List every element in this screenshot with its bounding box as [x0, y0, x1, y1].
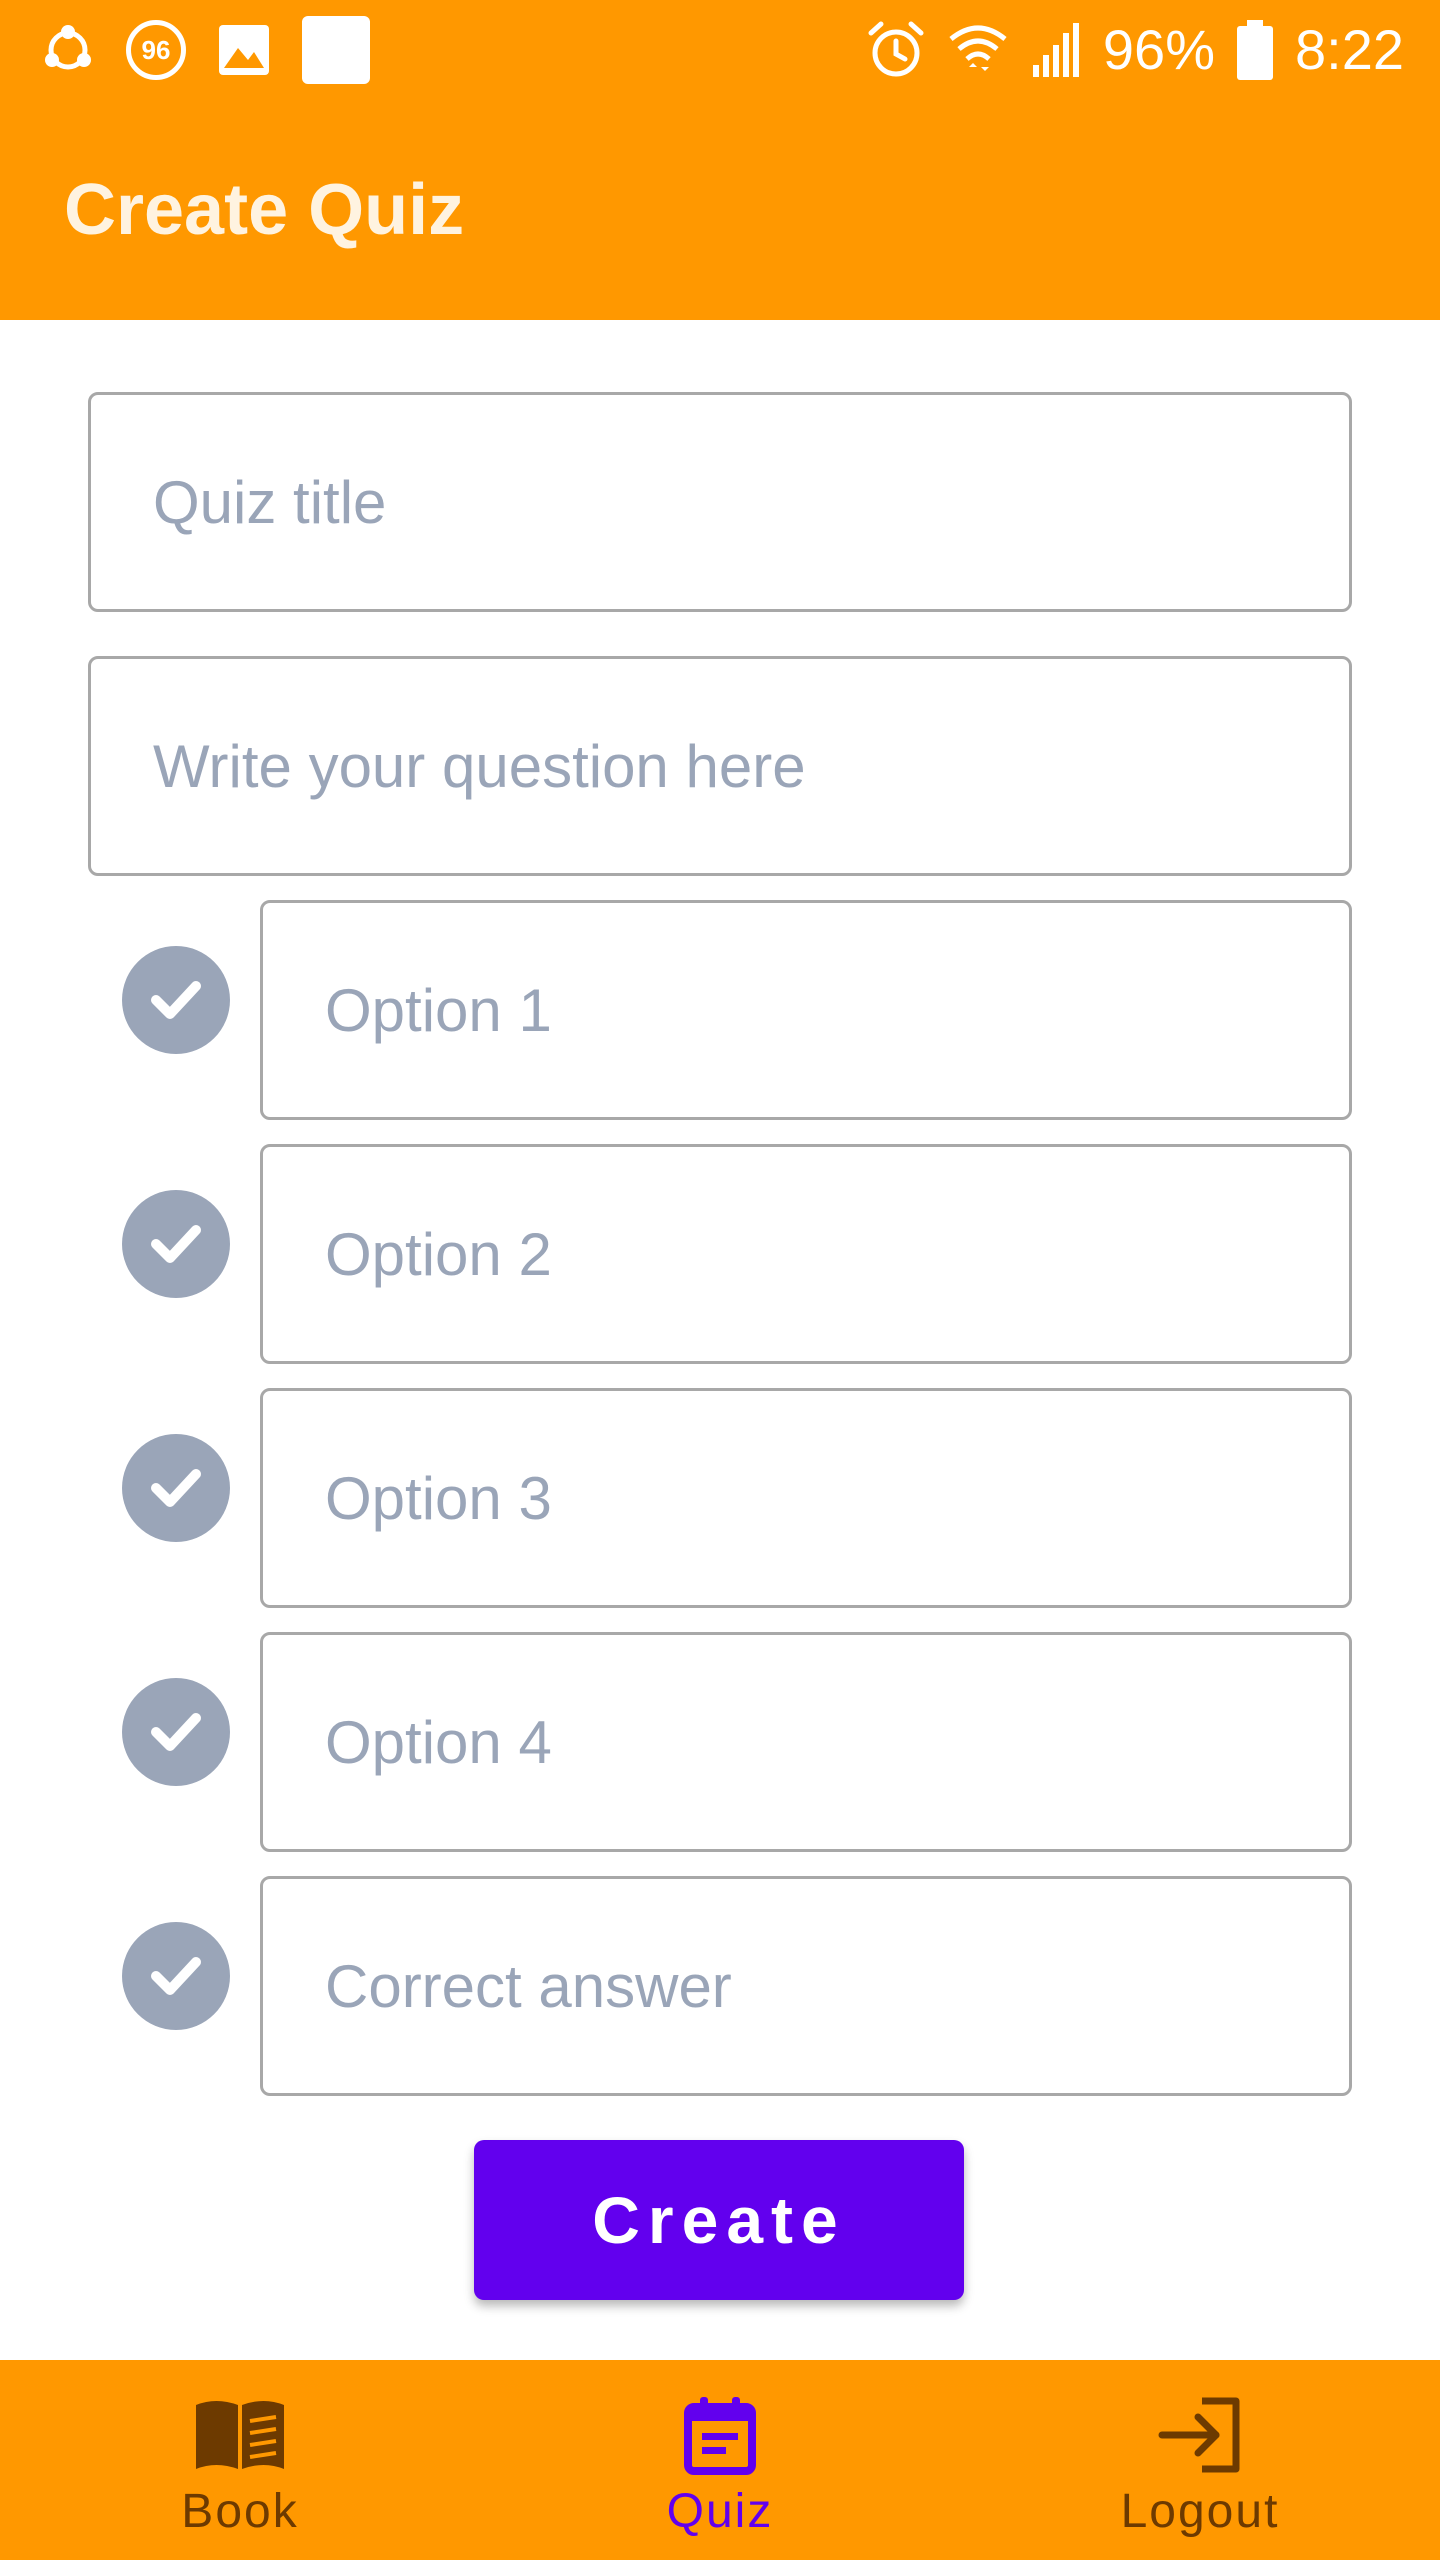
question-placeholder: Write your question here [153, 732, 806, 800]
question-input[interactable]: Write your question here [88, 656, 1352, 876]
status-bar-left: 96 [40, 14, 370, 86]
option-3-placeholder: Option 3 [325, 1464, 552, 1532]
option-2-input[interactable]: Option 2 [260, 1144, 1352, 1364]
option-2-check-button[interactable] [122, 1190, 230, 1298]
option-4-input[interactable]: Option 4 [260, 1632, 1352, 1852]
alarm-icon [865, 19, 927, 81]
nav-item-book[interactable]: Book [0, 2360, 480, 2560]
sync-icon [40, 22, 96, 78]
quiz-title-input[interactable]: Quiz title [88, 392, 1352, 612]
create-button[interactable]: Create [474, 2140, 964, 2300]
check-icon [151, 1957, 201, 1995]
app-bar: Create Quiz [0, 100, 1440, 320]
quiz-icon [480, 2392, 960, 2478]
option-1-placeholder: Option 1 [325, 976, 552, 1044]
check-icon [151, 1713, 201, 1751]
nav-item-quiz[interactable]: Quiz [480, 2360, 960, 2560]
option-2-placeholder: Option 2 [325, 1220, 552, 1288]
option-4-check-button[interactable] [122, 1678, 230, 1786]
signal-icon [1029, 19, 1083, 81]
white-square-icon [302, 16, 370, 84]
correct-answer-check-button[interactable] [122, 1922, 230, 2030]
check-icon [151, 981, 201, 1019]
check-icon [151, 1469, 201, 1507]
option-1-check-button[interactable] [122, 946, 230, 1054]
book-icon [0, 2392, 480, 2478]
option-3-check-button[interactable] [122, 1434, 230, 1542]
bottom-nav: Book Quiz Logout [0, 2360, 1440, 2560]
status-bar: 96 96% 8:22 [0, 0, 1440, 100]
battery-icon [1235, 18, 1275, 82]
correct-answer-input[interactable]: Correct answer [260, 1876, 1352, 2096]
badge-96-icon: 96 [126, 20, 186, 80]
nav-label-logout: Logout [1120, 2485, 1280, 2538]
wifi-icon [947, 19, 1009, 81]
option-1-input[interactable]: Option 1 [260, 900, 1352, 1120]
nav-label-quiz: Quiz [666, 2485, 774, 2538]
quiz-title-placeholder: Quiz title [153, 468, 387, 536]
option-3-input[interactable]: Option 3 [260, 1388, 1352, 1608]
nav-item-logout[interactable]: Logout [960, 2360, 1440, 2560]
clock: 8:22 [1295, 18, 1404, 81]
logout-icon [960, 2392, 1440, 2478]
badge-number: 96 [141, 34, 171, 65]
check-icon [151, 1225, 201, 1263]
nav-label-book: Book [181, 2485, 299, 2538]
page-title: Create Quiz [64, 170, 465, 250]
image-icon [216, 22, 272, 78]
battery-percentage: 96% [1102, 18, 1215, 81]
option-4-placeholder: Option 4 [325, 1708, 552, 1776]
status-bar-right: 96% 8:22 [865, 14, 1404, 86]
correct-answer-placeholder: Correct answer [325, 1952, 732, 2020]
